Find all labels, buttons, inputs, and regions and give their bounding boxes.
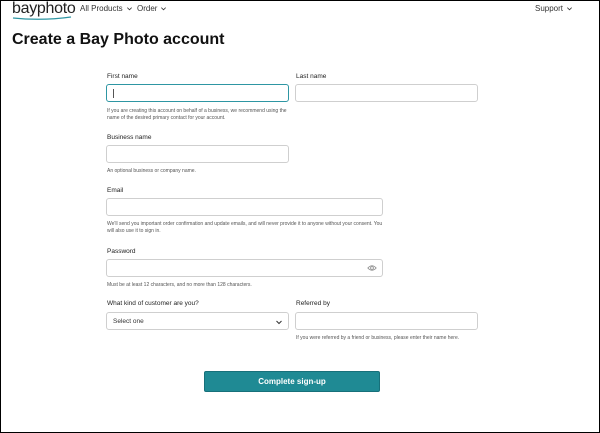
password-help: Must be at least 12 characters, and no m…: [107, 282, 252, 288]
email-help: We'll send you important order confirmat…: [107, 221, 383, 234]
customer-type-select[interactable]: Select one: [106, 312, 289, 330]
email-label: Email: [107, 187, 124, 194]
window-frame: [0, 0, 600, 433]
chevron-down-icon: [567, 7, 573, 11]
logo-swoosh-icon: [12, 16, 72, 20]
last-name-input[interactable]: [295, 84, 478, 102]
first-name-input[interactable]: [106, 84, 289, 102]
nav-all-products-label: All Products: [80, 4, 123, 13]
chevron-down-icon: [126, 7, 132, 11]
last-name-label: Last name: [296, 73, 327, 80]
password-input[interactable]: [106, 259, 383, 277]
eye-icon[interactable]: [367, 264, 377, 272]
business-name-input[interactable]: [106, 145, 289, 163]
nav-all-products[interactable]: All Products: [80, 4, 133, 13]
top-navigation: bayphoto All Products Order Support: [0, 0, 600, 20]
email-input[interactable]: [106, 198, 383, 216]
customer-type-label: What kind of customer are you?: [107, 300, 199, 307]
referred-by-label: Referred by: [296, 300, 330, 307]
nav-order-label: Order: [137, 4, 158, 13]
business-name-label: Business name: [107, 134, 152, 141]
nav-support[interactable]: Support: [535, 4, 573, 13]
first-name-label: First name: [107, 73, 138, 80]
password-label: Password: [107, 248, 136, 255]
chevron-down-icon: [161, 7, 167, 11]
nav-support-label: Support: [535, 4, 564, 13]
business-name-help: An optional business or company name.: [107, 168, 196, 174]
referred-by-help: If you were referred by a friend or busi…: [296, 335, 460, 341]
complete-signup-button[interactable]: Complete sign-up: [204, 371, 380, 392]
customer-type-selected: Select one: [113, 318, 144, 325]
referred-by-input[interactable]: [295, 312, 478, 330]
page-title: Create a Bay Photo account: [12, 31, 225, 48]
first-name-help: If you are creating this account on beha…: [107, 108, 287, 121]
nav-order[interactable]: Order: [137, 4, 167, 13]
text-caret: [113, 89, 114, 98]
chevron-down-icon: [276, 320, 282, 325]
bayphoto-logo[interactable]: bayphoto: [12, 1, 76, 17]
